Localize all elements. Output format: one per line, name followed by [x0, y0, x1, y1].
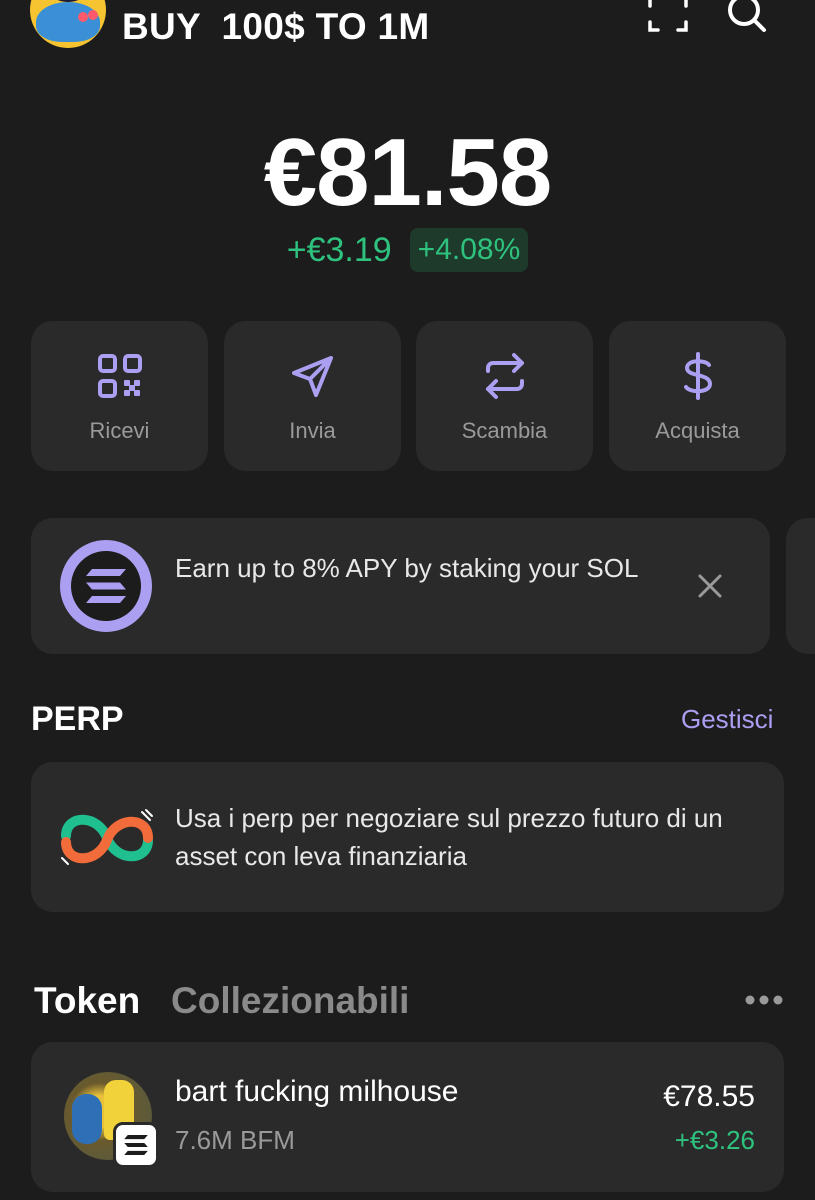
next-banner-peek[interactable] [786, 518, 815, 654]
send-icon [291, 356, 333, 397]
send-label: Invia [289, 418, 336, 443]
scan-icon[interactable] [646, 0, 690, 36]
solana-chain-badge-icon [113, 1122, 159, 1168]
total-balance: €81.58 [263, 119, 553, 226]
balance-change: +€3.19 +4.08% [0, 228, 815, 272]
tab-collectibles[interactable]: Collezionabili [171, 980, 409, 1022]
token-name: bart fucking milhouse [175, 1075, 459, 1108]
token-change: +€3.26 [674, 1125, 755, 1155]
more-options-icon[interactable] [744, 994, 784, 1006]
buy-label: Acquista [655, 418, 740, 443]
receive-label: Ricevi [89, 418, 150, 443]
qr-code-icon [97, 354, 142, 398]
perp-description: Usa i perp per negoziare sul prezzo futu… [175, 803, 723, 871]
stake-banner-text: Earn up to 8% APY by staking your SOL [175, 553, 639, 583]
tab-token[interactable]: Token [34, 980, 140, 1022]
avatar-heart [88, 10, 98, 20]
solana-stripes-icon [124, 1135, 148, 1155]
balance-change-percent: +4.08% [409, 228, 529, 272]
perp-infinity-icon [61, 809, 153, 865]
balance-change-amount: +€3.19 [286, 230, 392, 269]
perp-title: PERP [31, 700, 124, 738]
solana-stripes-icon [86, 569, 126, 603]
send-button[interactable]: Invia [224, 321, 401, 471]
avatar-face [36, 2, 100, 42]
receive-button[interactable]: Ricevi [31, 321, 208, 471]
avatar[interactable] [30, 0, 106, 48]
swap-button[interactable]: Scambia [416, 321, 593, 471]
token-amount: 7.6M BFM [175, 1125, 295, 1155]
wallet-name[interactable]: BUY 100$ TO 1M [122, 6, 430, 48]
token-avatar-figure [72, 1094, 102, 1144]
swap-label: Scambia [461, 418, 548, 443]
search-icon[interactable] [724, 0, 768, 36]
swap-icon [485, 353, 524, 399]
buy-button[interactable]: Acquista [609, 321, 786, 471]
close-icon[interactable] [692, 568, 728, 604]
token-value: €78.55 [663, 1080, 755, 1113]
dollar-icon [683, 352, 712, 400]
perp-manage-link[interactable]: Gestisci [681, 704, 773, 735]
avatar-heart [78, 12, 88, 22]
solana-icon [60, 540, 152, 632]
